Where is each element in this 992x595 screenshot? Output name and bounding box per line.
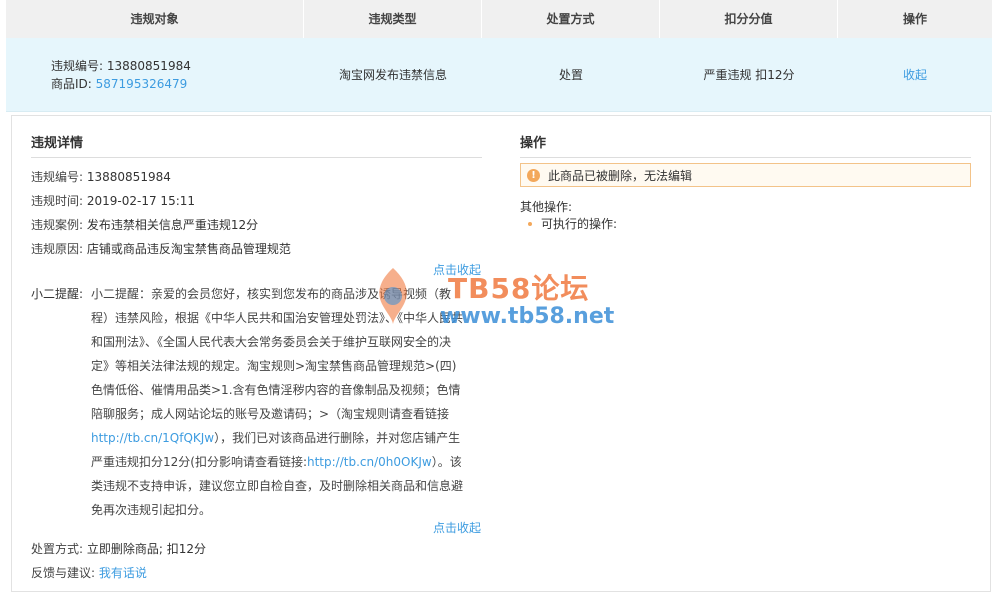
- collapse-row-link[interactable]: 收起: [903, 66, 927, 83]
- warning-icon: !: [527, 168, 540, 182]
- disposal-cell: 处置: [558, 68, 583, 82]
- detail-violation-case: 违规案例: 发布违禁相关信息严重违规12分: [31, 218, 259, 232]
- deleted-warning: ! 此商品已被删除，无法编辑: [520, 163, 971, 187]
- points-cell: 严重违规 扣12分: [703, 68, 795, 82]
- action-cell: 收起: [838, 38, 992, 111]
- detail-section-title: 违规详情: [31, 132, 482, 158]
- header-disposal: 处置方式: [482, 0, 660, 38]
- collapse-bottom-link[interactable]: 点击收起: [433, 519, 481, 536]
- detail-violation-time: 违规时间: 2019-02-17 15:11: [31, 194, 196, 208]
- table-row: 违规编号: 13880851984 商品ID: 587195326479 淘宝网…: [6, 38, 992, 112]
- header-violation-type: 违规类型: [304, 0, 482, 38]
- violation-type-cell: 淘宝网发布违禁信息: [338, 68, 447, 82]
- detail-violation-number: 违规编号: 13880851984: [31, 170, 171, 184]
- reminder-label: 小二提醒:: [31, 287, 84, 301]
- watermark-title: TB58论坛: [448, 272, 590, 305]
- watermark: TB58论坛 www.tb58.net: [368, 264, 628, 334]
- penalty-link[interactable]: http://tb.cn/0h0OKJw: [307, 455, 432, 469]
- feedback-link[interactable]: 我有话说: [99, 566, 147, 580]
- rule-link[interactable]: http://tb.cn/1QfQKJw: [91, 431, 214, 445]
- operation-section-title: 操作: [520, 132, 971, 158]
- header-points: 扣分分值: [660, 0, 838, 38]
- table-header: 违规对象 违规类型 处置方式 扣分分值 操作: [6, 0, 992, 38]
- item-id: 商品ID: 587195326479: [51, 76, 188, 91]
- detail-feedback: 反馈与建议: 我有话说: [31, 566, 147, 580]
- violation-number: 违规编号: 13880851984: [51, 58, 191, 73]
- violation-detail-panel: 违规详情 违规编号: 13880851984 违规时间: 2019-02-17 …: [11, 115, 991, 592]
- other-operations-label: 其他操作:: [520, 200, 573, 214]
- detail-violation-reason: 违规原因: 店铺或商品违反淘宝禁售商品管理规范: [31, 242, 291, 256]
- warning-text: 此商品已被删除，无法编辑: [548, 168, 693, 183]
- violation-object-cell: 违规编号: 13880851984 商品ID: 587195326479: [6, 38, 304, 111]
- item-id-link[interactable]: 587195326479: [96, 77, 188, 91]
- watermark-url: www.tb58.net: [440, 304, 615, 329]
- header-violation-object: 违规对象: [6, 0, 304, 38]
- header-action: 操作: [902, 12, 927, 26]
- watermark-logo-icon: [379, 268, 407, 324]
- detail-disposal: 处置方式: 立即删除商品; 扣12分: [31, 542, 207, 556]
- executable-operations-item: 可执行的操作:: [528, 215, 617, 233]
- bullet-dot-icon: [528, 222, 532, 226]
